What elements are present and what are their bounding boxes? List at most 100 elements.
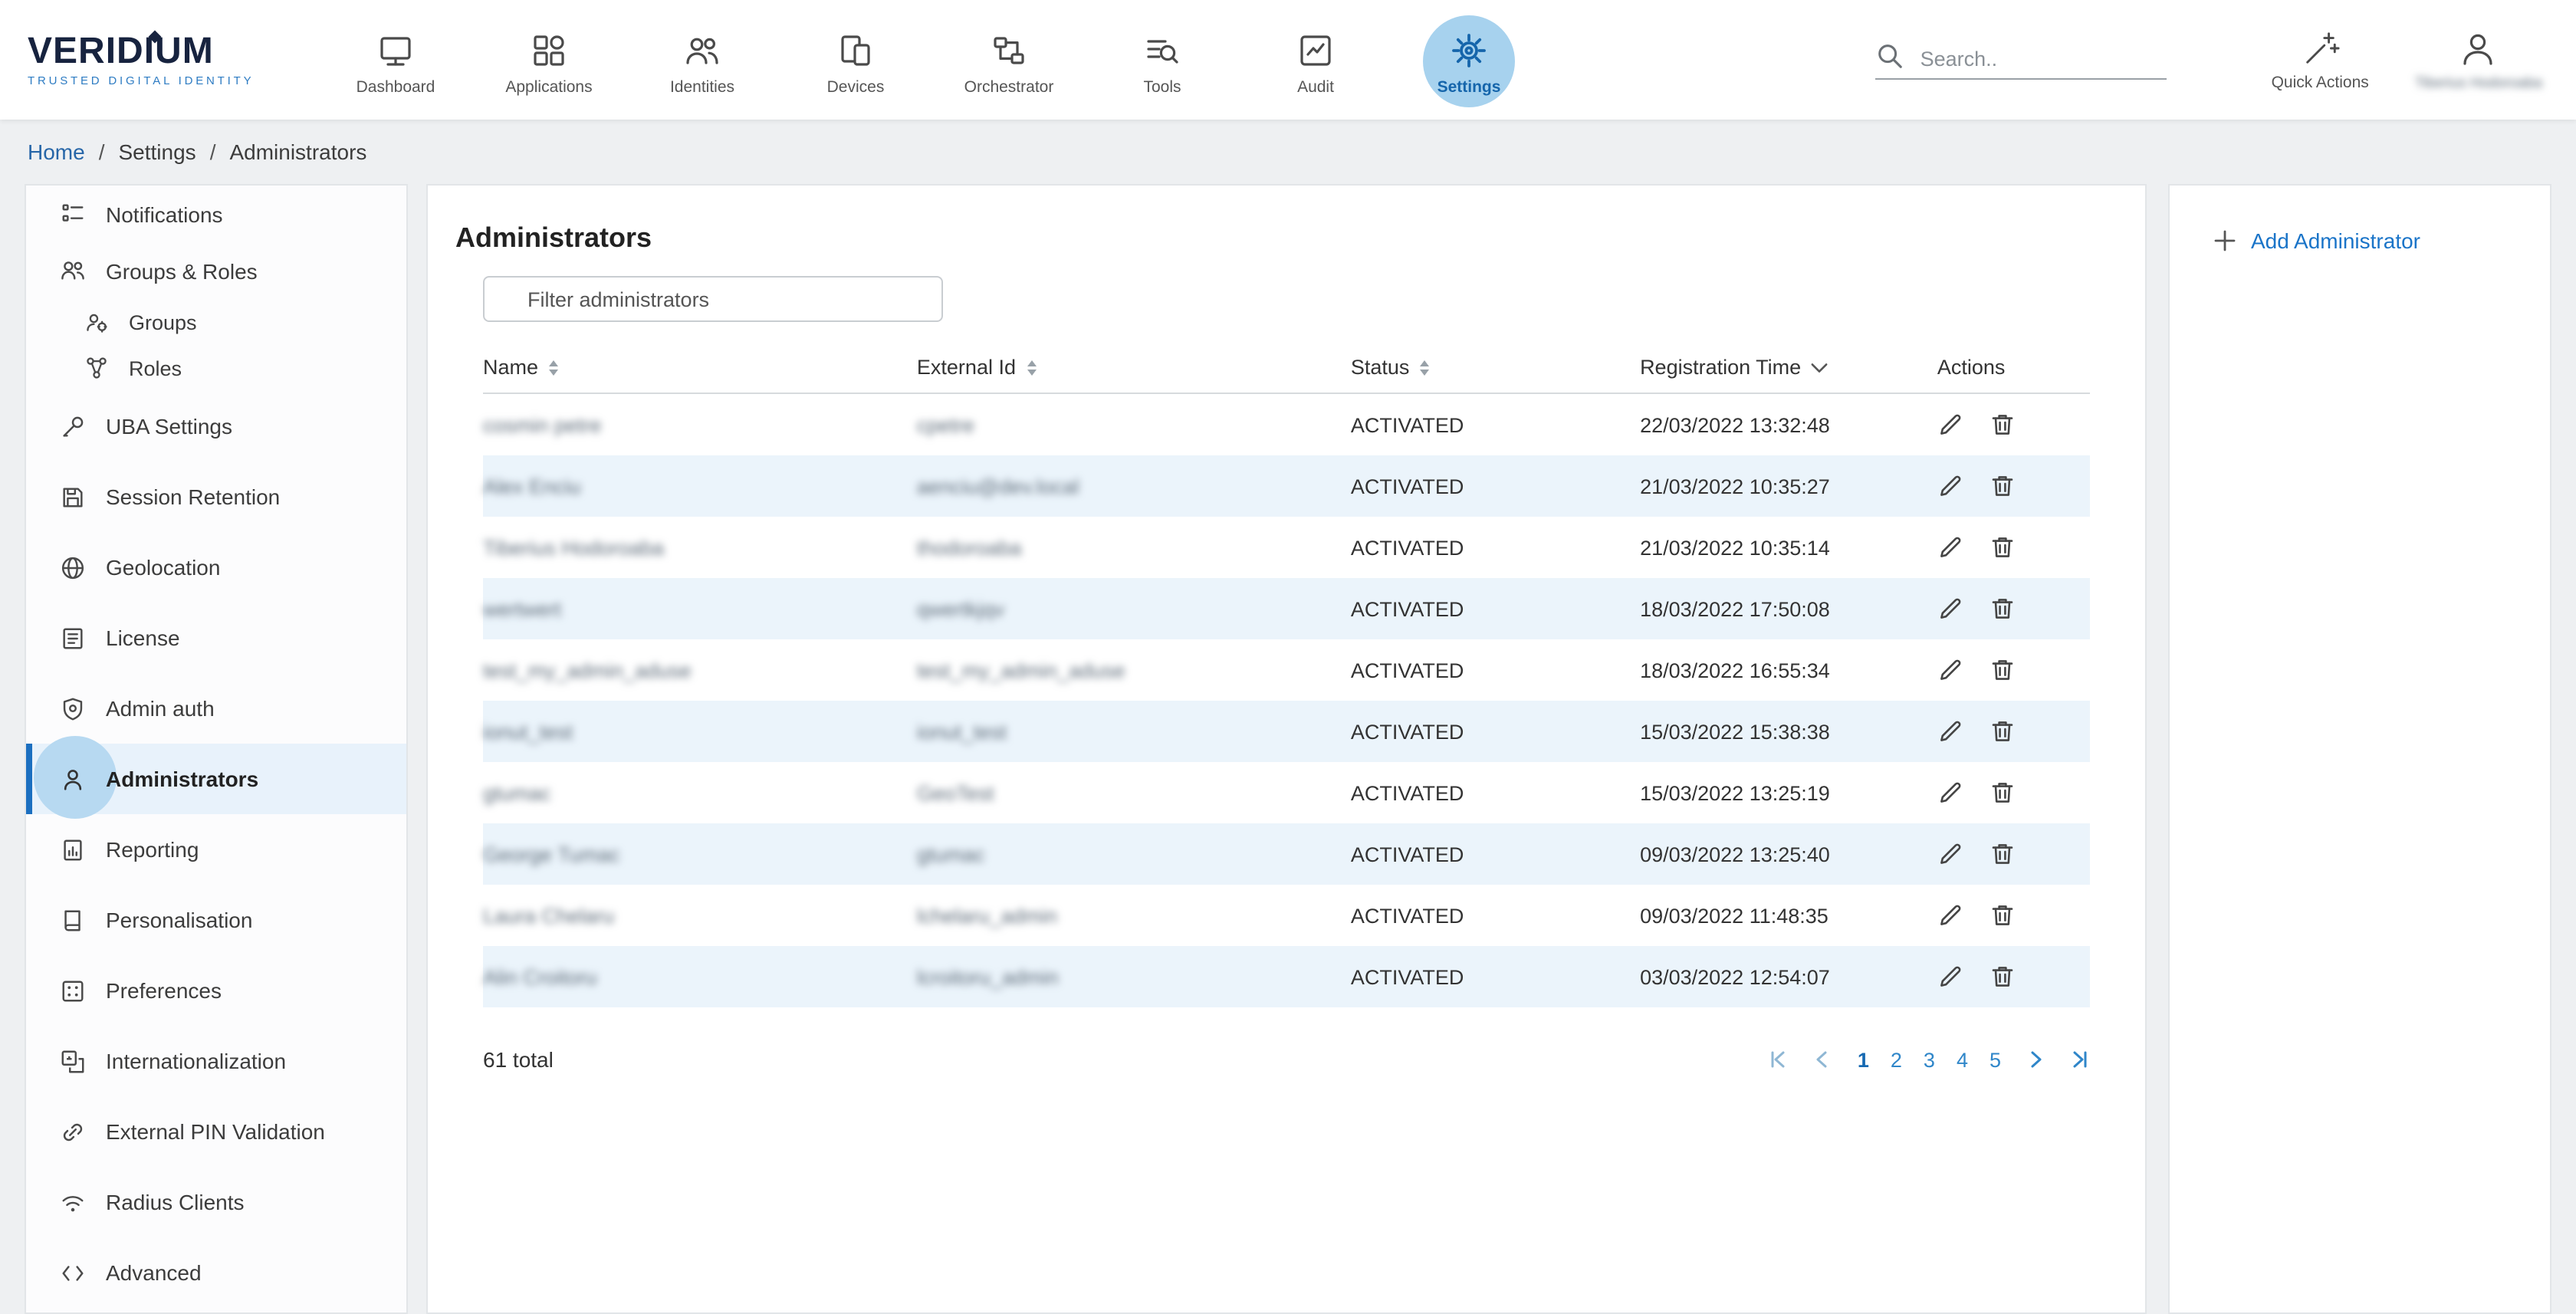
- notifications-icon: [60, 201, 86, 227]
- table-footer: 61 total 12345: [483, 1047, 2090, 1072]
- nav-item-settings[interactable]: Settings: [1415, 24, 1523, 96]
- breadcrumb-separator: /: [99, 140, 105, 164]
- table-row[interactable]: gtumac GeoTest ACTIVATED 15/03/2022 13:2…: [483, 762, 2090, 823]
- user-menu[interactable]: Tiberius Hodoroaba: [2415, 28, 2542, 91]
- delete-button[interactable]: [1990, 779, 2017, 806]
- table-row[interactable]: Laura Chelaru lchelaru_admin ACTIVATED 0…: [483, 885, 2090, 946]
- page: VERIDIUM TRUSTED DIGITAL IDENTITY Dashbo…: [0, 0, 2576, 1314]
- edit-button[interactable]: [1937, 718, 1965, 745]
- sidebar-item-admin-auth[interactable]: Admin auth: [26, 673, 406, 744]
- veridium-logo[interactable]: VERIDIUM TRUSTED DIGITAL IDENTITY: [28, 32, 291, 87]
- filter-administrators-input[interactable]: [483, 276, 943, 322]
- sidebar-item-administrators[interactable]: Administrators: [26, 744, 406, 814]
- administrators-icon: [60, 766, 86, 792]
- page-title: Administrators: [455, 222, 2090, 255]
- edit-button[interactable]: [1937, 840, 1965, 868]
- page-number[interactable]: 5: [1990, 1048, 2001, 1071]
- advanced-icon: [60, 1260, 86, 1286]
- admin-status: ACTIVATED: [1351, 578, 1640, 639]
- column-header-name[interactable]: Name: [483, 343, 917, 393]
- delete-button[interactable]: [1990, 963, 2017, 990]
- column-header-external-id[interactable]: External Id: [917, 343, 1351, 393]
- sidebar-item-personalisation[interactable]: Personalisation: [26, 885, 406, 955]
- first-page-button[interactable]: [1769, 1049, 1790, 1070]
- breadcrumb: Home / Settings / Administrators: [0, 120, 2576, 184]
- admin-registration-time: 22/03/2022 13:32:48: [1640, 393, 1937, 455]
- edit-button[interactable]: [1937, 411, 1965, 439]
- edit-button[interactable]: [1937, 963, 1965, 990]
- sidebar-item-uba-settings[interactable]: UBA Settings: [26, 391, 406, 462]
- sidebar-item-advanced[interactable]: Advanced: [26, 1237, 406, 1308]
- nav-item-identities[interactable]: Identities: [649, 24, 756, 96]
- next-page-button[interactable]: [2024, 1049, 2045, 1070]
- page-number[interactable]: 1: [1858, 1048, 1869, 1071]
- settings-sidebar: Notifications Groups & Roles Groups Role…: [25, 184, 408, 1314]
- search-input[interactable]: [1921, 47, 2150, 70]
- nav-label: Dashboard: [356, 77, 435, 96]
- table-row[interactable]: test_my_admin_aduse test_my_admin_aduse …: [483, 639, 2090, 701]
- delete-button[interactable]: [1990, 411, 2017, 439]
- nav-item-applications[interactable]: Applications: [495, 24, 603, 96]
- sidebar-item-session-retention[interactable]: Session Retention: [26, 462, 406, 532]
- admin-registration-time: 18/03/2022 16:55:34: [1640, 639, 1937, 701]
- admin-status: ACTIVATED: [1351, 517, 1640, 578]
- edit-button[interactable]: [1937, 779, 1965, 806]
- edit-button[interactable]: [1937, 534, 1965, 561]
- sidebar-item-preferences[interactable]: Preferences: [26, 955, 406, 1026]
- admin-name: Alex Enciu: [483, 455, 917, 517]
- admin-registration-time: 15/03/2022 15:38:38: [1640, 701, 1937, 762]
- column-header-status[interactable]: Status: [1351, 343, 1640, 393]
- sidebar-item-geolocation[interactable]: Geolocation: [26, 532, 406, 603]
- sidebar-item-reporting[interactable]: Reporting: [26, 814, 406, 885]
- sidebar-item-notifications[interactable]: Notifications: [26, 186, 406, 242]
- sidebar-item-radius-clients[interactable]: Radius Clients: [26, 1167, 406, 1237]
- quick-actions-button[interactable]: Quick Actions: [2272, 28, 2369, 91]
- delete-button[interactable]: [1990, 534, 2017, 561]
- edit-button[interactable]: [1937, 595, 1965, 623]
- nav-item-devices[interactable]: Devices: [802, 24, 909, 96]
- identities-icon: [682, 30, 722, 70]
- table-row[interactable]: Tiberius Hodoroaba thodoroaba ACTIVATED …: [483, 517, 2090, 578]
- breadcrumb-home[interactable]: Home: [28, 140, 85, 164]
- nav-item-audit[interactable]: Audit: [1262, 24, 1369, 96]
- sidebar-item-internationalization[interactable]: Internationalization: [26, 1026, 406, 1096]
- admin-registration-time: 09/03/2022 13:25:40: [1640, 823, 1937, 885]
- page-number[interactable]: 2: [1891, 1048, 1902, 1071]
- table-row[interactable]: George Tumac gtumac ACTIVATED 09/03/2022…: [483, 823, 2090, 885]
- personalisation-icon: [60, 907, 86, 933]
- sidebar-item-external-pin-validation[interactable]: External PIN Validation: [26, 1096, 406, 1167]
- admin-status: ACTIVATED: [1351, 946, 1640, 1007]
- sidebar-item-license[interactable]: License: [26, 603, 406, 673]
- edit-button[interactable]: [1937, 656, 1965, 684]
- edit-button[interactable]: [1937, 902, 1965, 929]
- nav-item-dashboard[interactable]: Dashboard: [342, 24, 449, 96]
- nav-label: Settings: [1438, 77, 1501, 96]
- page-number[interactable]: 4: [1957, 1048, 1968, 1071]
- table-row[interactable]: wertwert qwertkjqv ACTIVATED 18/03/2022 …: [483, 578, 2090, 639]
- delete-button[interactable]: [1990, 718, 2017, 745]
- nav-item-tools[interactable]: Tools: [1109, 24, 1216, 96]
- table-row[interactable]: Alin Croitoru lcroitoru_admin ACTIVATED …: [483, 946, 2090, 1007]
- sidebar-item-groups[interactable]: Groups: [26, 299, 406, 345]
- last-page-button[interactable]: [2068, 1049, 2090, 1070]
- delete-button[interactable]: [1990, 840, 2017, 868]
- delete-button[interactable]: [1990, 595, 2017, 623]
- previous-page-button[interactable]: [1813, 1049, 1835, 1070]
- admin-name: Tiberius Hodoroaba: [483, 517, 917, 578]
- delete-button[interactable]: [1990, 656, 2017, 684]
- table-row[interactable]: cosmin petre cpetre ACTIVATED 22/03/2022…: [483, 393, 2090, 455]
- nav-label: Orchestrator: [964, 77, 1054, 96]
- table-row[interactable]: Alex Enciu aenciu@dev.local ACTIVATED 21…: [483, 455, 2090, 517]
- column-header-registration-time[interactable]: Registration Time: [1640, 343, 1937, 393]
- admin-status: ACTIVATED: [1351, 639, 1640, 701]
- table-row[interactable]: ionut_test ionut_test ACTIVATED 15/03/20…: [483, 701, 2090, 762]
- edit-button[interactable]: [1937, 472, 1965, 500]
- delete-button[interactable]: [1990, 902, 2017, 929]
- sidebar-item-roles[interactable]: Roles: [26, 345, 406, 391]
- add-administrator-button[interactable]: Add Administrator: [2213, 228, 2550, 253]
- sidebar-item-groups-roles[interactable]: Groups & Roles: [26, 242, 406, 299]
- nav-item-orchestrator[interactable]: Orchestrator: [955, 24, 1063, 96]
- top-bar-right: Quick Actions Tiberius Hodoroaba: [1876, 28, 2542, 91]
- page-number[interactable]: 3: [1924, 1048, 1935, 1071]
- delete-button[interactable]: [1990, 472, 2017, 500]
